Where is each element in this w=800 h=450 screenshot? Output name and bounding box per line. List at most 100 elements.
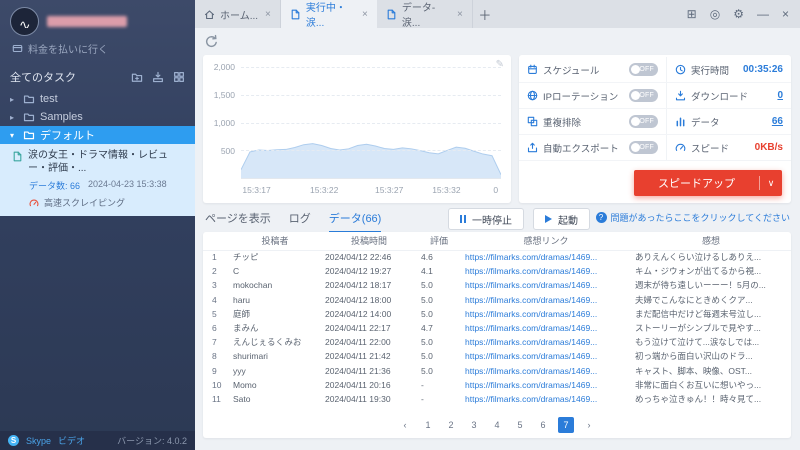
all-tasks-row[interactable]: 全てのタスク	[0, 64, 195, 90]
data-count-value[interactable]: 66	[772, 116, 783, 127]
table-row[interactable]: 8 shurimari 2024/04/11 21:42 5.0 https://fil…	[203, 349, 791, 363]
chevron-right-icon[interactable]: ▸	[10, 95, 18, 104]
time-cell: 2024/04/12 18:00	[325, 294, 392, 305]
video-link[interactable]: ビデオ	[58, 434, 85, 447]
table-row[interactable]: 1 チッピ 2024/04/12 22:46 4.6 https://filmarks.…	[203, 250, 791, 264]
comment-cell: めっちゃ泣きゅん！！時々見て...	[635, 393, 762, 404]
link-cell[interactable]: https://filmarks.com/dramas/1469...	[461, 307, 631, 321]
pagination-page[interactable]: 2	[443, 417, 459, 433]
dedup-toggle[interactable]: OFF	[629, 115, 658, 128]
ip-rotation-toggle[interactable]: OFF	[629, 89, 658, 102]
pause-button[interactable]: 一時停止	[448, 208, 524, 230]
pagination-page[interactable]: 5	[512, 417, 528, 433]
table-row[interactable]: 7 えんじぇるくみお 2024/04/11 22:00 5.0 https://film…	[203, 335, 791, 349]
folder-item-test[interactable]: ▸ test	[0, 90, 195, 108]
help-link[interactable]: ? 問題があったらここをクリックしてください	[595, 211, 790, 224]
pagination-next[interactable]: ›	[581, 417, 597, 433]
task-item[interactable]: 涙の女王・ドラマ情報・レビュー・評価・... データ数: 66 2024-04-…	[0, 144, 195, 216]
folder-item-samples[interactable]: ▸ Samples	[0, 108, 195, 126]
minimize-icon[interactable]: —	[757, 7, 769, 21]
subtab-log[interactable]: ログ	[289, 210, 311, 233]
subtab-show-page[interactable]: ページを表示	[205, 210, 271, 233]
link-cell[interactable]: https://filmarks.com/dramas/1469...	[461, 293, 631, 307]
subtab-data[interactable]: データ(66)	[328, 210, 382, 233]
row-index: 4	[212, 294, 217, 305]
dropdown-arrow-icon[interactable]: ∨	[760, 178, 782, 189]
auto-export-toggle[interactable]: OFF	[629, 141, 658, 154]
link-cell[interactable]: https://filmarks.com/dramas/1469...	[461, 378, 631, 392]
table-row[interactable]: 4 haru 2024/04/12 18:00 5.0 https://filmarks…	[203, 293, 791, 307]
table-row[interactable]: 11 Sato 2024/04/11 19:30 - https://filmarks.…	[203, 392, 791, 406]
author-cell: mokochan	[233, 280, 273, 291]
data-table: 投稿者 投稿時間 評価 感想リンク 感想 1 チッピ 2024/04/12 22:4…	[203, 232, 791, 406]
tab-close-icon[interactable]: ×	[265, 9, 271, 20]
link-cell[interactable]: https://filmarks.com/dramas/1469...	[461, 349, 631, 363]
settings-gear-icon[interactable]: ⚙	[733, 7, 744, 21]
tab-label: データ-涙...	[401, 3, 436, 29]
link-cell[interactable]: https://filmarks.com/dramas/1469...	[461, 250, 631, 264]
pagination-page[interactable]: 1	[420, 417, 436, 433]
table-row[interactable]: 9 yyy 2024/04/11 21:36 5.0 https://filmarks.…	[203, 364, 791, 378]
comment-cell: もう泣けて泣けて...涙なしでは...	[635, 337, 760, 348]
link-cell[interactable]: https://filmarks.com/dramas/1469...	[461, 264, 631, 278]
refresh-button[interactable]	[204, 34, 219, 54]
rating-cell: 5.0	[421, 337, 433, 348]
new-tab-button[interactable]: ＋	[473, 0, 497, 28]
pagination-page[interactable]: 6	[535, 417, 551, 433]
data-bars-icon	[676, 117, 685, 127]
author-cell: えんじぇるくみお	[233, 337, 302, 348]
y-axis-label: 2,000	[213, 62, 235, 72]
tab-running-task[interactable]: 実行中・涙... ×	[280, 0, 377, 29]
link-cell[interactable]: https://filmarks.com/dramas/1469...	[461, 392, 631, 406]
theme-icon[interactable]: ◎	[710, 7, 720, 21]
new-folder-icon[interactable]	[131, 71, 143, 83]
author-header[interactable]: 投稿者	[229, 232, 321, 251]
sidebar-footer: S Skype ビデオ バージョン: 4.0.2	[0, 431, 195, 450]
folder-item-default[interactable]: ▾ デフォルト	[0, 126, 195, 144]
link-header[interactable]: 感想リンク	[461, 232, 631, 251]
help-text[interactable]: 問題があったらここをクリックしてください	[611, 211, 790, 224]
stats-card: スケジュール OFF 実行時間 00:35:26 IPローテーション OFF ダ…	[519, 55, 791, 203]
grid-view-icon[interactable]	[173, 71, 185, 83]
tab-close-icon[interactable]: ×	[457, 9, 463, 20]
dashboard-icon[interactable]: ⊞	[687, 7, 697, 21]
skype-link[interactable]: Skype	[26, 436, 51, 446]
table-row[interactable]: 2 C 2024/04/12 19:27 4.1 https://filmarks.co…	[203, 264, 791, 278]
version-label: バージョン: 4.0.2	[117, 436, 187, 446]
pay-link-label[interactable]: 料金を払いに行く	[28, 41, 108, 56]
start-button[interactable]: 起動	[533, 208, 590, 230]
download-value[interactable]: 0	[777, 90, 783, 101]
link-cell[interactable]: https://filmarks.com/dramas/1469...	[461, 278, 631, 292]
speed-up-button[interactable]: スピードアップ ∨	[634, 170, 782, 196]
table-row[interactable]: 3 mokochan 2024/04/12 18:17 5.0 https://film…	[203, 278, 791, 292]
tab-home[interactable]: ホーム... ×	[195, 0, 281, 28]
skype-icon[interactable]: S	[8, 435, 19, 446]
link-cell[interactable]: https://filmarks.com/dramas/1469...	[461, 321, 631, 335]
table-row[interactable]: 6 まみん 2024/04/11 22:17 4.7 https://filmarks.…	[203, 321, 791, 335]
time-header[interactable]: 投稿時間	[321, 232, 417, 251]
table-row[interactable]: 5 庭師 2024/04/12 14:00 5.0 https://filmarks.c…	[203, 307, 791, 321]
pagination-page[interactable]: 4	[489, 417, 505, 433]
gridline	[241, 150, 501, 152]
comment-header[interactable]: 感想	[631, 232, 791, 251]
table-row[interactable]: 10 Momo 2024/04/11 20:16 - https://filmarks.…	[203, 378, 791, 392]
tab-close-icon[interactable]: ×	[362, 9, 368, 20]
comment-cell: ストーリーがシンプルで見やす...	[635, 323, 761, 334]
tab-data[interactable]: データ-涙... ×	[377, 0, 473, 29]
rating-header[interactable]: 評価	[417, 232, 461, 251]
pay-link-row[interactable]: 料金を払いに行く	[0, 38, 195, 64]
chevron-right-icon[interactable]: ▸	[10, 113, 18, 122]
gridline	[241, 67, 501, 68]
link-cell[interactable]: https://filmarks.com/dramas/1469...	[461, 364, 631, 378]
window-close-icon[interactable]: ×	[782, 7, 789, 21]
link-cell[interactable]: https://filmarks.com/dramas/1469...	[461, 335, 631, 349]
pagination-prev[interactable]: ‹	[397, 417, 413, 433]
pagination-page[interactable]: 7	[558, 417, 574, 433]
schedule-toggle[interactable]: OFF	[629, 63, 658, 76]
import-icon[interactable]	[152, 71, 164, 83]
comment-cell: まだ配信中だけど毎週末号泣し...	[635, 308, 762, 319]
time-cell: 2024/04/11 21:42	[325, 351, 391, 362]
chevron-down-icon[interactable]: ▾	[10, 131, 18, 140]
stats-row: 自動エクスポート OFF スピード 0KB/s	[519, 135, 791, 161]
pagination-page[interactable]: 3	[466, 417, 482, 433]
